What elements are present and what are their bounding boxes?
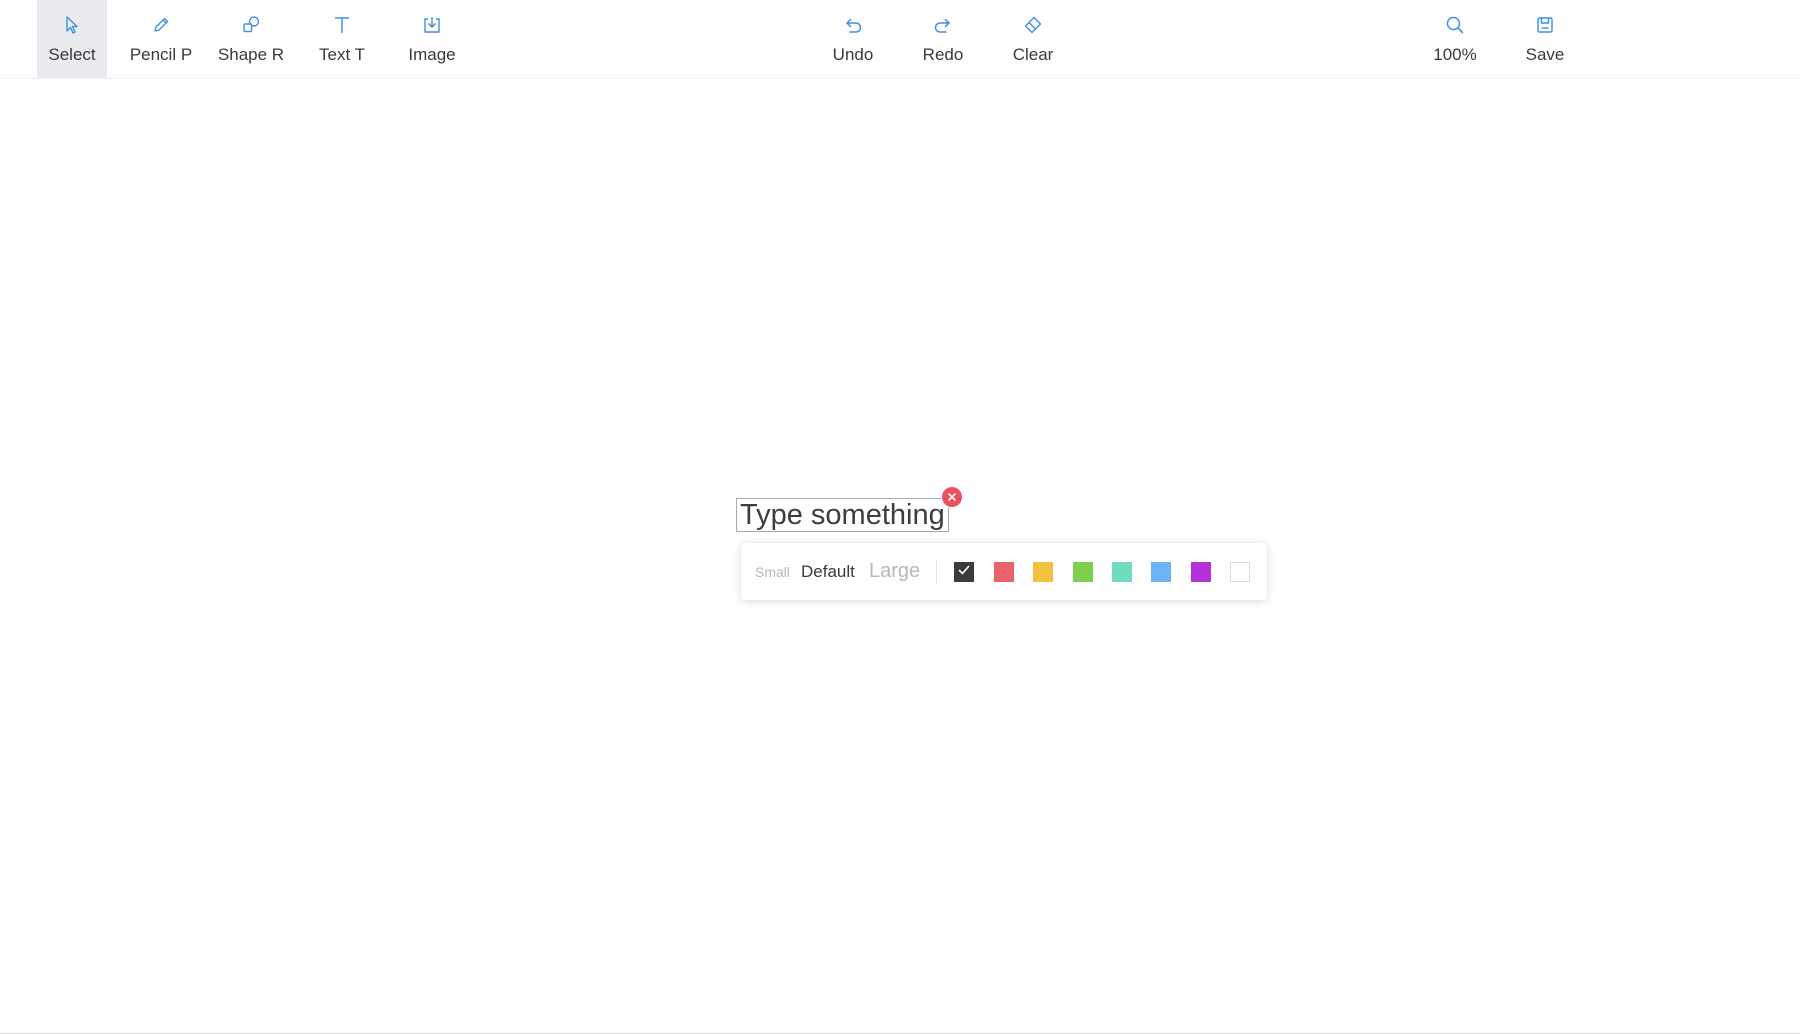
clear-button[interactable]: Clear xyxy=(998,0,1068,78)
text-tool-button[interactable]: Text T xyxy=(307,0,377,78)
pencil-icon xyxy=(150,14,172,36)
text-tool-label: Text T xyxy=(319,45,365,64)
redo-icon xyxy=(932,14,954,36)
color-swatch-black[interactable] xyxy=(954,562,974,582)
pencil-tool-button[interactable]: Pencil P xyxy=(126,0,196,78)
color-swatch-white[interactable] xyxy=(1230,562,1250,582)
undo-label: Undo xyxy=(832,45,874,64)
save-label: Save xyxy=(1525,45,1565,64)
toolbar: Select Pencil P Shape R Text T Image Und… xyxy=(0,0,1800,79)
drawing-app: Select Pencil P Shape R Text T Image Und… xyxy=(0,0,1800,1034)
floppy-disk-icon xyxy=(1534,14,1556,36)
color-swatch-red[interactable] xyxy=(994,562,1014,582)
color-swatch-blue[interactable] xyxy=(1151,562,1171,582)
save-button[interactable]: Save xyxy=(1510,0,1580,78)
cursor-arrow-icon xyxy=(61,14,83,36)
checkmark-icon xyxy=(957,563,971,582)
image-tool-button[interactable]: Image xyxy=(397,0,467,78)
undo-button[interactable]: Undo xyxy=(818,0,888,78)
text-options-popover: Small Default Large xyxy=(741,543,1267,600)
eraser-icon xyxy=(1022,14,1044,36)
color-swatch-green[interactable] xyxy=(1073,562,1093,582)
clear-label: Clear xyxy=(1012,45,1054,64)
zoom-button[interactable]: 100% xyxy=(1420,0,1490,78)
shape-tool-button[interactable]: Shape R xyxy=(216,0,286,78)
size-small-option[interactable]: Small xyxy=(755,543,790,600)
color-swatch-purple[interactable] xyxy=(1191,562,1211,582)
zoom-icon xyxy=(1444,14,1466,36)
color-swatch-yellow[interactable] xyxy=(1033,562,1053,582)
redo-label: Redo xyxy=(922,45,964,64)
shapes-icon xyxy=(240,14,262,36)
text-input-box[interactable]: Type something xyxy=(736,498,949,532)
pencil-tool-label: Pencil P xyxy=(129,45,193,64)
popover-divider xyxy=(936,559,937,585)
size-default-option[interactable]: Default xyxy=(801,543,855,600)
color-swatch-teal[interactable] xyxy=(1112,562,1132,582)
close-text-button[interactable] xyxy=(942,487,962,507)
shape-tool-label: Shape R xyxy=(217,45,285,64)
close-icon xyxy=(947,491,957,504)
image-upload-icon xyxy=(421,14,443,36)
select-tool-label: Select xyxy=(48,45,96,64)
size-large-option[interactable]: Large xyxy=(869,543,920,600)
select-tool-button[interactable]: Select xyxy=(37,0,107,78)
undo-icon xyxy=(842,14,864,36)
text-icon xyxy=(331,14,353,36)
text-input-value[interactable]: Type something xyxy=(740,499,945,531)
zoom-label: 100% xyxy=(1433,45,1477,64)
redo-button[interactable]: Redo xyxy=(908,0,978,78)
image-tool-label: Image xyxy=(408,45,456,64)
